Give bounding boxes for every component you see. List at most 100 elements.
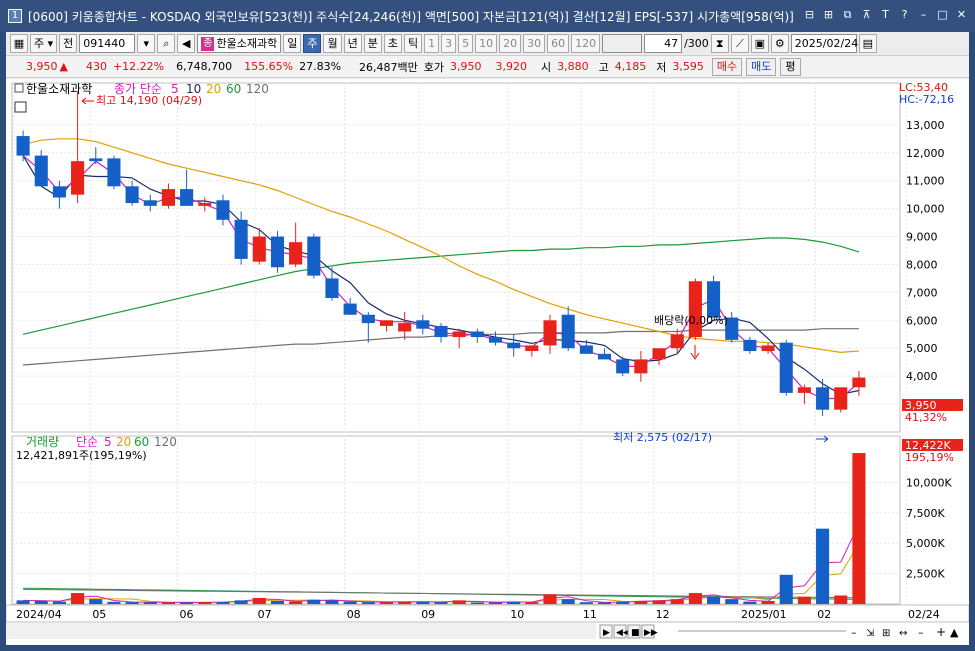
interval-1[interactable]: 1	[424, 34, 440, 53]
window-title: [0600] 키움종합차트 - KOSDAQ 외국인보유[523(천)] 주식수…	[28, 9, 794, 24]
candle-settings-icon[interactable]: ⧗	[710, 34, 729, 53]
save-icon[interactable]: ▣	[750, 34, 769, 53]
pin-icon[interactable]: ⊼	[859, 8, 874, 22]
interval-60[interactable]: 60	[547, 34, 570, 53]
volume-bar	[707, 596, 721, 604]
minimize-icon[interactable]: –	[916, 8, 931, 22]
horizontal-scrollbar[interactable]	[6, 623, 596, 639]
candle-body	[379, 320, 394, 326]
x-tick-label: 05	[92, 608, 106, 621]
candle-body	[743, 339, 757, 352]
close-icon[interactable]: ✕	[954, 8, 969, 22]
stop-icon: ■	[631, 628, 640, 638]
candle-body	[616, 359, 630, 374]
zoom-area-icon[interactable]: ⊞	[882, 628, 890, 639]
tab-year[interactable]: 년	[343, 34, 362, 53]
volume-bar	[470, 602, 484, 604]
gear-icon[interactable]: ⚙	[770, 34, 789, 53]
tab-month[interactable]: 월	[323, 34, 342, 53]
date-input[interactable]: 2025/02/24	[790, 34, 858, 53]
candle-body	[816, 387, 830, 410]
candle-body	[16, 136, 30, 156]
zoom-fit-icon[interactable]: ⇲	[866, 628, 875, 639]
help-icon[interactable]: ?	[897, 8, 912, 22]
search-icon[interactable]: ⌕	[157, 34, 176, 53]
volume-bar	[71, 593, 85, 604]
candle-body	[52, 186, 66, 198]
hoga-label: 호가	[423, 60, 445, 74]
volume-bar	[52, 601, 66, 604]
interval-10[interactable]: 10	[475, 34, 498, 53]
grid-icon[interactable]: ▦	[10, 34, 28, 53]
candle-body	[343, 303, 357, 315]
volume-bar	[852, 453, 866, 604]
tab-tick[interactable]: 틱	[403, 34, 423, 53]
quote-change: 430	[85, 60, 107, 73]
sell-button[interactable]: 매도	[746, 57, 777, 76]
zoom-out-icon[interactable]: –	[851, 626, 857, 639]
code-input[interactable]: 091440	[79, 34, 136, 53]
stock-name-field[interactable]: 종 한울소재과학	[197, 34, 282, 53]
interval-20[interactable]: 20	[499, 34, 522, 53]
vol-ma-period-60: 60	[134, 435, 149, 449]
price-volume-chart[interactable]: 13,000 12,000 11,000 10,000 9,000 8,000 7,000 6…	[5, 79, 970, 645]
zoom-reset-icon[interactable]: ↔	[899, 628, 907, 639]
candle-body	[434, 325, 448, 338]
lock-icon[interactable]: ⊟	[802, 8, 817, 22]
volume-bar	[361, 602, 375, 604]
interval-120[interactable]: 120	[571, 34, 601, 53]
candle-body	[234, 219, 248, 259]
vol-ma-period-20: 20	[116, 435, 131, 449]
zoom-in-minus-icon[interactable]: –	[918, 626, 924, 639]
maximize-icon[interactable]: □	[935, 8, 950, 22]
font-icon[interactable]: T	[878, 8, 893, 22]
tab-second[interactable]: 초	[383, 34, 402, 53]
interval-3[interactable]: 3	[441, 34, 457, 53]
count-input[interactable]: 47	[644, 34, 683, 53]
code-dropdown-icon[interactable]: ▾	[137, 34, 156, 53]
volume-bar	[561, 599, 575, 604]
candle-body	[71, 161, 85, 195]
buy-button[interactable]: 매수	[711, 57, 743, 76]
interval-30[interactable]: 30	[523, 34, 546, 53]
tab-week[interactable]: 주	[303, 34, 322, 53]
copy-icon[interactable]: ⧉	[840, 8, 855, 22]
eval-button[interactable]: 평	[780, 57, 801, 76]
quote-amount: 26,487백만	[359, 60, 418, 74]
zoom-in-icon[interactable]: +	[936, 625, 946, 639]
x-tick-label: 10	[510, 608, 524, 621]
window-controls: ⊟ ⊞ ⧉ ⊼ T ? – □ ✕	[802, 8, 969, 22]
x-tick-label: 2025/01	[741, 608, 787, 621]
link-icon[interactable]: ⊞	[821, 8, 836, 22]
low-label: 저	[656, 60, 667, 74]
last-price-pct: 41,32%	[905, 411, 947, 424]
volume-bar	[543, 594, 557, 604]
period-select[interactable]: 주 ▾	[30, 34, 58, 53]
volume-bar	[761, 600, 775, 604]
candle-body	[507, 342, 521, 349]
chart-area[interactable]: 13,000 12,000 11,000 10,000 9,000 8,000 7,000 6…	[5, 79, 970, 645]
interval-5[interactable]: 5	[458, 34, 474, 53]
dividend-marker: 배당락(0,00%)	[654, 314, 728, 327]
period-select-value: 주	[34, 37, 45, 50]
up-arrow-icon: ▲	[59, 60, 68, 73]
quote-open: 3,880	[557, 60, 589, 73]
candle-body	[652, 348, 666, 360]
x-tick-label: 11	[583, 608, 597, 621]
draw-tool-icon[interactable]: ⟋	[730, 34, 749, 53]
calendar-icon[interactable]: ▤	[858, 34, 877, 53]
tab-minute[interactable]: 분	[363, 34, 382, 53]
prev-button[interactable]: 전	[59, 34, 78, 53]
speaker-icon[interactable]: ◀	[177, 34, 196, 53]
custom-interval-input[interactable]	[602, 34, 643, 53]
tab-day[interactable]: 일	[283, 34, 302, 53]
volume-bar	[252, 597, 266, 604]
scroll-up-icon[interactable]: ▲	[950, 626, 959, 639]
volume-bar	[525, 602, 539, 604]
quote-bar: 3,950 ▲ 430 +12.22% 6,748,700 155.65% 27…	[6, 56, 969, 78]
volume-bar	[743, 601, 757, 604]
x-tick-label: 02	[817, 608, 831, 621]
candle-body	[561, 314, 575, 349]
hc-label: HC:-72,16	[899, 93, 954, 106]
volume-bar	[125, 602, 139, 604]
